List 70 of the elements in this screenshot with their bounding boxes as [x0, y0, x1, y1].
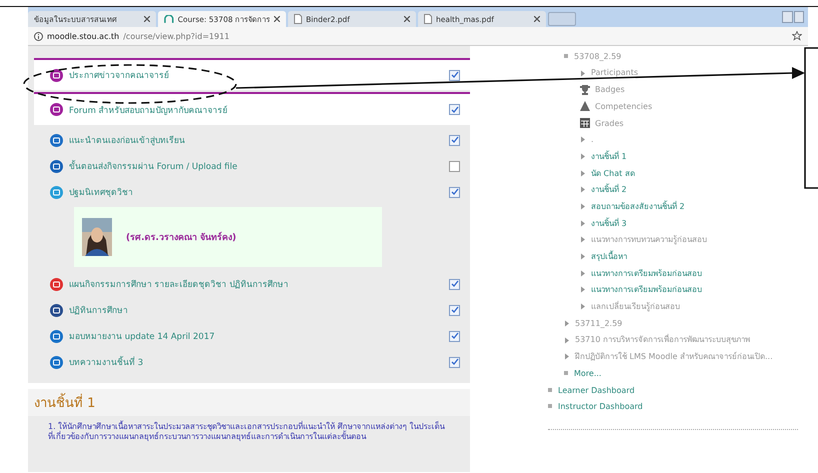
completion-checkbox[interactable]	[449, 356, 460, 368]
close-icon[interactable]	[144, 16, 150, 22]
info-icon	[34, 32, 43, 40]
caret-icon[interactable]	[580, 236, 586, 244]
nav-item[interactable]: สอบถามข้อสงสัยงานชิ้นที่ 2	[591, 198, 685, 214]
course-nav-item[interactable]: More...	[574, 366, 602, 381]
page-icon	[424, 14, 432, 24]
caret-icon[interactable]	[580, 170, 586, 177]
activity-link[interactable]: ปฐมนิเทศชุดวิชา	[69, 185, 133, 199]
activity-link[interactable]: บทความงานชิ้นที่ 3	[69, 355, 144, 369]
caret-icon[interactable]	[580, 286, 586, 294]
activity-link[interactable]: ขั้นตอนส่งกิจกรรมผ่าน Forum / Upload file	[69, 159, 238, 173]
nav-item[interactable]: Competencies	[595, 98, 652, 114]
course-nav-item[interactable]: 53710 การบริหารจัดการเพื่อการพัฒนาระบบสุขภาพ	[575, 332, 750, 348]
course-nav-item[interactable]: 53708_2.59	[574, 48, 622, 64]
completion-checkbox[interactable]	[449, 160, 460, 172]
caret-icon[interactable]	[564, 320, 570, 327]
nav-item[interactable]: งานชิ้นที่ 1	[591, 148, 627, 164]
course-nav-item[interactable]: 53711_2.59	[575, 316, 622, 331]
close-icon[interactable]	[274, 16, 280, 22]
caret-icon[interactable]	[580, 136, 586, 144]
page-icon	[294, 14, 302, 24]
bullet-icon	[548, 388, 553, 393]
completion-checkbox[interactable]	[449, 278, 460, 290]
nav-item[interactable]: .	[591, 132, 594, 148]
completion-checkbox[interactable]	[449, 330, 460, 342]
activity-link[interactable]: ประกาศข่าวจากคณาจารย์	[69, 68, 169, 82]
caret-icon[interactable]	[580, 203, 586, 210]
nav-item[interactable]: สรุปเนื้อหา	[591, 249, 627, 264]
bullet-icon	[548, 404, 553, 410]
nav-item[interactable]: นัด Chat สด	[591, 166, 635, 181]
nav-item[interactable]: งานชิ้นที่ 3	[591, 216, 627, 231]
close-icon[interactable]	[534, 16, 540, 22]
caret-icon[interactable]	[580, 152, 586, 160]
caret-icon[interactable]	[580, 186, 586, 194]
nav-item[interactable]: แนวทางการเตรียมพร้อมก่อนสอบ	[591, 282, 702, 298]
activity-link[interactable]: แนะนำตนเองก่อนเข้าสู่บทเรียน	[69, 133, 185, 147]
completion-checkbox[interactable]	[449, 104, 460, 115]
nav-item[interactable]: Participants	[591, 65, 638, 81]
caret-icon[interactable]	[580, 220, 586, 227]
completion-checkbox[interactable]	[449, 186, 460, 198]
caret-icon[interactable]	[580, 70, 586, 77]
activity-link[interactable]: แผนกิจกรรมการศึกษา รายละเอียดชุดวิชา ปฏิทินการศึกษา	[69, 277, 288, 291]
close-icon[interactable]	[404, 16, 410, 22]
activity-link[interactable]: ปฏิทินการศึกษา	[69, 303, 128, 317]
nav-item[interactable]: Badges	[595, 82, 625, 98]
window-controls-icon[interactable]	[782, 11, 804, 23]
teacher-name: (รศ.ดร.วรางคณา จันทร์คง)	[126, 230, 236, 244]
completion-checkbox[interactable]	[449, 134, 460, 146]
nav-item[interactable]: งานชิ้นที่ 2	[591, 182, 627, 198]
section-description: 1. ให้นักศึกษาศึกษาเนื้อหาสาระในประมวลสาระชุดวิชาและเอกสารประกอบที่แนะนำให้ ศึกษาจากแหล่งต่างๆ ในประเด็น ที่เกี่ยวข้องกับการวางแผนกลยุทธ์กระบวนการวางแผนกลยุทธ์และการดำเนินการในแต่ละขั้นตอน	[48, 422, 446, 443]
course-nav-item[interactable]: ฝึกปฏิบัติการใช้ LMS Moodle สำหรับคณาจารย์ก่อนเปิด...	[575, 349, 773, 364]
caret-icon[interactable]	[580, 253, 586, 260]
caret-icon[interactable]	[580, 303, 586, 310]
dashboard-link[interactable]: Instructor Dashboard	[558, 399, 643, 414]
caret-icon[interactable]	[580, 270, 586, 277]
dashboard-link[interactable]: Learner Dashboard	[558, 382, 635, 398]
nav-item[interactable]: แลกเปลี่ยนเรียนรู้ก่อนสอบ	[591, 299, 680, 314]
moodle-icon	[164, 14, 174, 24]
activity-link[interactable]: Forum สำหรับสอบถามปัญหากับคณาจารย์	[69, 102, 228, 116]
nav-item[interactable]: Grades	[595, 116, 624, 131]
caret-icon[interactable]	[564, 336, 570, 344]
nav-item[interactable]: แนวทางการเตรียมพร้อมก่อนสอบ	[591, 266, 702, 281]
completion-checkbox[interactable]	[449, 304, 460, 316]
bookmark-star-icon[interactable]	[792, 31, 802, 41]
completion-checkbox[interactable]	[449, 70, 460, 80]
activity-link[interactable]: มอบหมายงาน update 14 April 2017	[69, 329, 215, 343]
new-tab-button[interactable]	[548, 12, 576, 26]
caret-icon[interactable]	[564, 353, 570, 360]
nav-item[interactable]: แนวทางการทบทวนความรู้ก่อนสอบ	[591, 232, 707, 248]
